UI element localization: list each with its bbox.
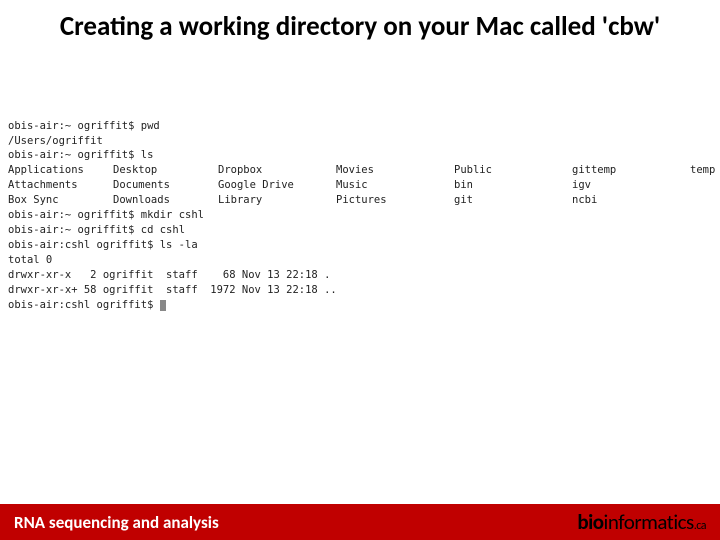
cmd: cd cshl (141, 224, 185, 236)
output-line: /Users/ogriffit (8, 135, 103, 147)
ls-item: Public (454, 163, 572, 178)
output-line: drwxr-xr-x 2 ogriffit staff 68 Nov 13 22… (8, 269, 330, 281)
ls-item (690, 178, 712, 193)
cmd: ls (141, 149, 154, 161)
cmd: mkdir cshl (141, 209, 204, 221)
ls-item: ncbi (572, 193, 690, 208)
ls-item: Google Drive (218, 178, 336, 193)
ls-item: bin (454, 178, 572, 193)
ls-item: temp (690, 163, 715, 178)
ls-item: Dropbox (218, 163, 336, 178)
prompt: obis-air:cshl ogriffit$ (8, 299, 160, 311)
ls-item: Desktop (113, 163, 218, 178)
slide: Creating a working directory on your Mac… (0, 0, 720, 540)
ls-item: Movies (336, 163, 454, 178)
logo-ca: .ca (694, 519, 706, 533)
slide-title: Creating a working directory on your Mac… (0, 0, 720, 48)
prompt: obis-air:~ ogriffit$ (8, 209, 141, 221)
cursor-icon (160, 300, 166, 311)
logo-bio: bio (577, 509, 603, 535)
prompt: obis-air:cshl ogriffit$ (8, 239, 160, 251)
logo-informatics: informatics (604, 509, 694, 535)
prompt: obis-air:~ ogriffit$ (8, 120, 141, 132)
footer-left-text: RNA sequencing and analysis (14, 512, 219, 533)
ls-item: Box Sync (8, 193, 113, 208)
slide-content: obis-air:~ ogriffit$ pwd /Users/ogriffit… (0, 48, 720, 504)
terminal-output: obis-air:~ ogriffit$ pwd /Users/ogriffit… (8, 104, 712, 328)
ls-item: Applications (8, 163, 113, 178)
ls-item: Documents (113, 178, 218, 193)
ls-item: igv (572, 178, 690, 193)
prompt: obis-air:~ ogriffit$ (8, 224, 141, 236)
cmd: ls -la (160, 239, 198, 251)
cmd: pwd (141, 120, 160, 132)
output-line: total 0 (8, 254, 52, 266)
output-line: drwxr-xr-x+ 58 ogriffit staff 1972 Nov 1… (8, 284, 337, 296)
ls-item (690, 193, 712, 208)
ls-item: Library (218, 193, 336, 208)
footer-logo: bioinformatics.ca (577, 509, 706, 535)
ls-row: ApplicationsDesktopDropboxMoviesPublicgi… (8, 163, 712, 178)
ls-row: AttachmentsDocumentsGoogle DriveMusicbin… (8, 178, 712, 193)
ls-item: Downloads (113, 193, 218, 208)
ls-item: git (454, 193, 572, 208)
ls-item: Pictures (336, 193, 454, 208)
prompt: obis-air:~ ogriffit$ (8, 149, 141, 161)
ls-row: Box SyncDownloadsLibraryPicturesgitncbi (8, 193, 712, 208)
footer-bar: RNA sequencing and analysis bioinformati… (0, 504, 720, 540)
ls-item: gittemp (572, 163, 690, 178)
ls-item: Attachments (8, 178, 113, 193)
ls-item: Music (336, 178, 454, 193)
